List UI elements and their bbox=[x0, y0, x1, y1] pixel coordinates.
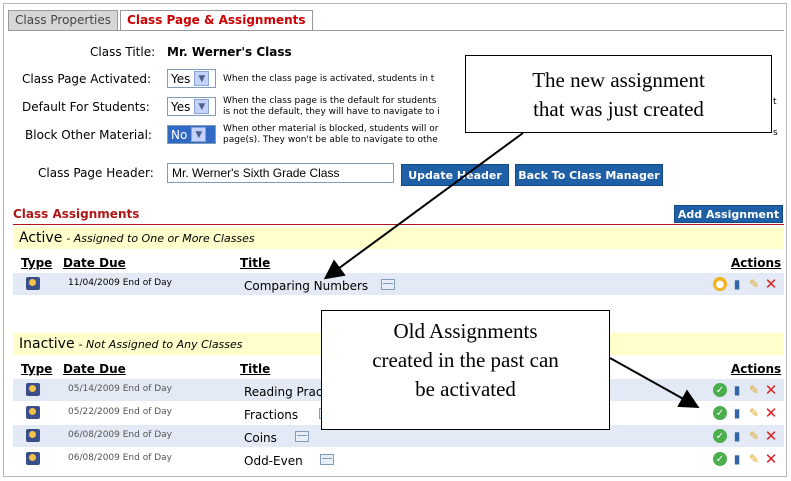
table-row: 11/04/2009 End of Day Comparing Numbers … bbox=[13, 273, 784, 295]
block-note-1: When other material is blocked, students… bbox=[223, 124, 439, 134]
edit-pencil-icon[interactable]: ✎ bbox=[747, 429, 761, 443]
delete-x-icon[interactable]: ✕ bbox=[764, 381, 778, 399]
student-type-icon bbox=[26, 429, 40, 442]
section-title: Class Assignments bbox=[13, 207, 140, 221]
date-due: 06/08/2009 End of Day bbox=[68, 430, 173, 440]
calendar-icon[interactable] bbox=[320, 454, 334, 465]
inactive-subheading: - Not Assigned to Any Classes bbox=[78, 337, 243, 351]
tab-divider bbox=[8, 30, 784, 31]
report-bars-icon[interactable]: ▮ bbox=[730, 277, 744, 291]
row-actions: ✓ ▮ ✎ ✕ bbox=[713, 450, 778, 468]
delete-x-icon[interactable]: ✕ bbox=[764, 404, 778, 422]
chevron-down-icon: ▼ bbox=[194, 71, 210, 86]
activate-check-icon[interactable]: ✓ bbox=[713, 406, 727, 420]
assignment-title[interactable]: Fractions bbox=[244, 408, 298, 422]
delete-x-icon[interactable]: ✕ bbox=[764, 427, 778, 445]
block-select[interactable]: No ▼ bbox=[167, 125, 216, 144]
delete-x-icon[interactable]: ✕ bbox=[764, 275, 778, 293]
activated-note: When the class page is activated, studen… bbox=[223, 74, 435, 84]
report-bars-icon[interactable]: ▮ bbox=[730, 429, 744, 443]
class-title-value: Mr. Werner's Class bbox=[167, 45, 292, 59]
update-header-button[interactable]: Update Header bbox=[401, 164, 509, 186]
activated-select-value: Yes bbox=[171, 71, 191, 86]
callout-line: Old Assignments bbox=[393, 319, 538, 343]
tab-bar: Class Properties Class Page & Assignment… bbox=[8, 10, 315, 30]
report-bars-icon[interactable]: ▮ bbox=[730, 406, 744, 420]
assignment-title[interactable]: Odd-Even bbox=[244, 454, 303, 468]
student-type-icon bbox=[26, 383, 40, 396]
col-title-header: Title bbox=[240, 256, 271, 270]
student-type-icon bbox=[26, 406, 40, 419]
default-label: Default For Students: bbox=[22, 100, 150, 114]
default-note-tail: t bbox=[773, 97, 777, 107]
col-date-header[interactable]: Date Due bbox=[63, 256, 126, 270]
edit-pencil-icon[interactable]: ✎ bbox=[747, 277, 761, 291]
callout-line: created in the past can bbox=[372, 348, 559, 372]
row-actions: ✓ ▮ ✎ ✕ bbox=[713, 427, 778, 445]
tab-class-page-assignments[interactable]: Class Page & Assignments bbox=[120, 10, 313, 30]
report-bars-icon[interactable]: ▮ bbox=[730, 383, 744, 397]
activate-check-icon[interactable]: ✓ bbox=[713, 429, 727, 443]
student-type-icon bbox=[26, 452, 40, 465]
section-divider bbox=[13, 224, 784, 225]
date-due: 11/04/2009 End of Day bbox=[68, 278, 173, 288]
edit-pencil-icon[interactable]: ✎ bbox=[747, 452, 761, 466]
default-select[interactable]: Yes ▼ bbox=[167, 97, 216, 116]
inactive-heading: Inactive bbox=[19, 336, 75, 352]
col-date-header[interactable]: Date Due bbox=[63, 362, 126, 376]
block-note-2: page(s). They won't be able to navigate … bbox=[223, 135, 438, 145]
header-input[interactable] bbox=[167, 163, 394, 183]
col-actions-header: Actions bbox=[731, 362, 782, 376]
assignment-title[interactable]: Comparing Numbers bbox=[244, 279, 368, 293]
date-due: 05/22/2009 End of Day bbox=[68, 407, 173, 417]
activated-label: Class Page Activated: bbox=[22, 72, 152, 86]
back-to-class-manager-button[interactable]: Back To Class Manager bbox=[515, 164, 663, 186]
row-actions: ● ▮ ✎ ✕ bbox=[713, 275, 778, 293]
chevron-down-icon: ▼ bbox=[194, 99, 210, 114]
row-actions: ✓ ▮ ✎ ✕ bbox=[713, 381, 778, 399]
col-title-header: Title bbox=[240, 362, 271, 376]
default-note-2: is not the default, they will have to na… bbox=[223, 107, 440, 117]
col-actions-header: Actions bbox=[731, 256, 782, 270]
delete-x-icon[interactable]: ✕ bbox=[764, 450, 778, 468]
assignment-title[interactable]: Reading Prac bbox=[244, 385, 322, 399]
callout-new-assignment: The new assignment that was just created bbox=[465, 55, 772, 133]
student-type-icon bbox=[26, 277, 40, 290]
callout-line: be activated bbox=[415, 377, 516, 401]
class-title-label: Class Title: bbox=[90, 45, 156, 59]
calendar-icon[interactable] bbox=[295, 431, 309, 442]
activate-check-icon[interactable]: ✓ bbox=[713, 452, 727, 466]
active-subheading: - Assigned to One or More Classes bbox=[66, 231, 255, 245]
callout-old-assignments: Old Assignments created in the past can … bbox=[321, 310, 610, 430]
active-band: Active - Assigned to One or More Classes bbox=[13, 227, 784, 249]
col-type-header[interactable]: Type bbox=[21, 362, 52, 376]
block-label: Block Other Material: bbox=[25, 128, 152, 142]
date-due: 06/08/2009 End of Day bbox=[68, 453, 173, 463]
active-heading: Active bbox=[19, 230, 63, 246]
activated-select[interactable]: Yes ▼ bbox=[167, 69, 216, 88]
row-actions: ✓ ▮ ✎ ✕ bbox=[713, 404, 778, 422]
default-note-1: When the class page is the default for s… bbox=[223, 96, 437, 106]
default-select-value: Yes bbox=[171, 99, 191, 114]
callout-line: that was just created bbox=[533, 97, 704, 121]
block-select-value: No bbox=[171, 127, 188, 142]
table-row: 06/08/2009 End of Day Odd-Even ✓ ▮ ✎ ✕ bbox=[13, 448, 784, 470]
callout-line: The new assignment bbox=[532, 68, 705, 92]
chevron-down-icon: ▼ bbox=[191, 127, 207, 142]
pending-icon[interactable]: ● bbox=[713, 277, 727, 291]
date-due: 05/14/2009 End of Day bbox=[68, 384, 173, 394]
add-assignment-button[interactable]: Add Assignment bbox=[674, 205, 783, 223]
edit-pencil-icon[interactable]: ✎ bbox=[747, 406, 761, 420]
col-type-header[interactable]: Type bbox=[21, 256, 52, 270]
tab-class-properties[interactable]: Class Properties bbox=[8, 10, 119, 30]
assignment-title[interactable]: Coins bbox=[244, 431, 277, 445]
header-label: Class Page Header: bbox=[38, 166, 154, 180]
calendar-icon[interactable] bbox=[381, 279, 395, 290]
activate-check-icon[interactable]: ✓ bbox=[713, 383, 727, 397]
report-bars-icon[interactable]: ▮ bbox=[730, 452, 744, 466]
block-note-tail: s bbox=[773, 128, 778, 138]
edit-pencil-icon[interactable]: ✎ bbox=[747, 383, 761, 397]
